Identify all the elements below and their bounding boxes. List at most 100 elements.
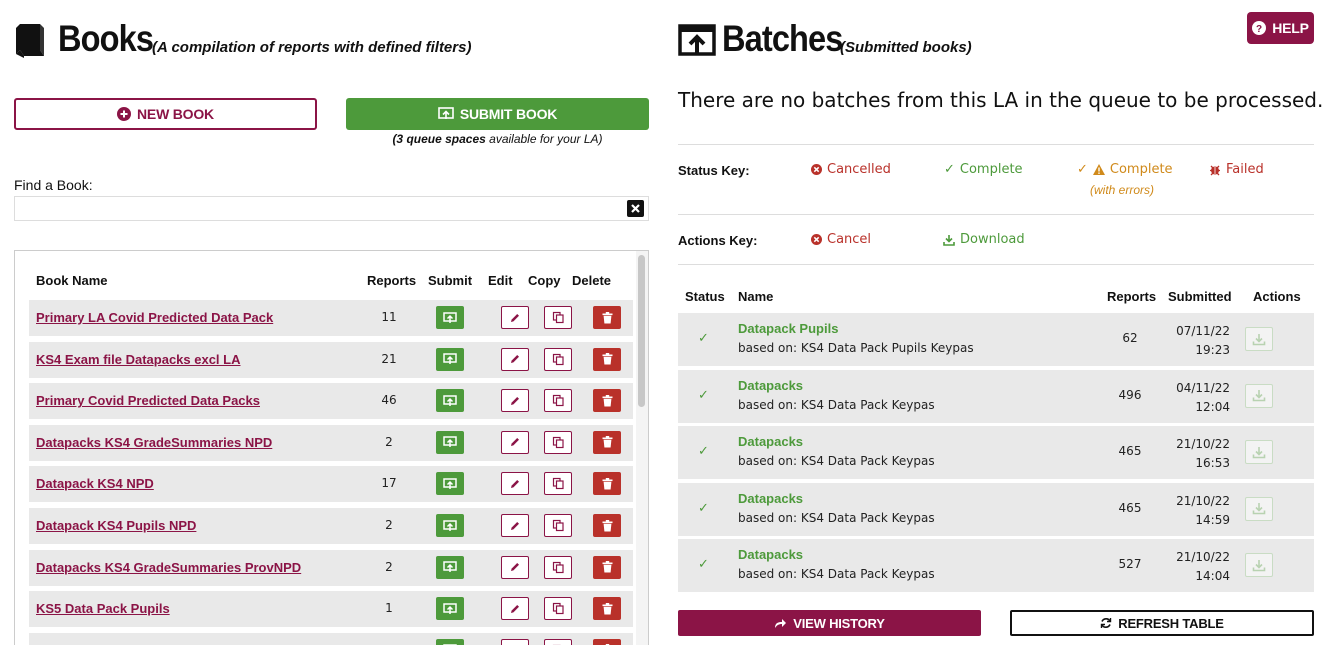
book-name-link[interactable]: KS4 Exam file Datapacks excl LA bbox=[36, 352, 241, 367]
view-history-button[interactable]: VIEW HISTORY bbox=[678, 610, 981, 636]
delete-book-button[interactable] bbox=[593, 555, 621, 579]
key-failed: Failed bbox=[1209, 162, 1264, 177]
trash-icon bbox=[602, 353, 613, 365]
book-name-link[interactable]: Datapack KS4 Pupils NPD bbox=[36, 518, 196, 533]
book-name-link[interactable]: Primary Covid Predicted Data Packs bbox=[36, 393, 260, 408]
find-book-input[interactable] bbox=[14, 196, 649, 221]
queue-note-bold: (3 queue spaces bbox=[392, 132, 486, 146]
delete-book-button[interactable] bbox=[593, 347, 621, 371]
download-batch-button[interactable] bbox=[1245, 553, 1273, 578]
copy-book-button[interactable] bbox=[544, 347, 572, 371]
edit-book-button[interactable] bbox=[501, 472, 529, 496]
pencil-icon bbox=[509, 312, 521, 324]
edit-book-button[interactable] bbox=[501, 555, 529, 579]
submit-book-row-button[interactable] bbox=[436, 638, 464, 645]
copy-book-button[interactable] bbox=[544, 514, 572, 537]
table-row: KS4 Exam file Datapacks excl LA 21 bbox=[29, 341, 633, 378]
submit-book-row-button[interactable] bbox=[436, 472, 464, 496]
status-key-label: Status Key: bbox=[678, 163, 750, 178]
pencil-icon bbox=[509, 436, 521, 448]
submit-book-row-button[interactable] bbox=[436, 597, 464, 621]
delete-book-button[interactable] bbox=[593, 306, 621, 329]
edit-book-button[interactable] bbox=[501, 638, 529, 645]
col-status: Status bbox=[685, 289, 725, 304]
copy-book-button[interactable] bbox=[544, 638, 572, 645]
batch-submitted: 21/10/22 16:53 bbox=[1158, 435, 1230, 473]
submit-book-button[interactable]: SUBMIT BOOK bbox=[346, 98, 649, 130]
batch-reports: 62 bbox=[1122, 331, 1138, 345]
copy-book-button[interactable] bbox=[544, 430, 572, 454]
find-book-label: Find a Book: bbox=[14, 177, 93, 193]
trash-icon bbox=[602, 519, 613, 532]
table-row: Datapacks KS4 GradeSummaries ProvNPD 2 bbox=[29, 549, 633, 586]
batch-date: 21/10/22 bbox=[1176, 437, 1230, 452]
refresh-table-button[interactable]: REFRESH TABLE bbox=[1010, 610, 1314, 636]
submit-book-row-button[interactable] bbox=[436, 389, 464, 413]
books-icon bbox=[16, 22, 46, 60]
book-name-link[interactable]: Datapacks KS4 GradeSummaries ProvNPD bbox=[36, 560, 301, 575]
book-name-link[interactable]: KS5 Data Pack Pupils bbox=[36, 601, 170, 616]
download-batch-button[interactable] bbox=[1245, 496, 1273, 521]
warning-icon bbox=[1092, 164, 1105, 175]
copy-icon bbox=[552, 519, 565, 532]
book-name-link[interactable]: Primary LA Covid Predicted Data Pack bbox=[36, 310, 273, 325]
copy-book-button[interactable] bbox=[544, 389, 572, 413]
download-icon bbox=[1252, 502, 1266, 515]
batch-submitted: 07/11/22 19:23 bbox=[1158, 322, 1230, 360]
copy-book-button[interactable] bbox=[544, 472, 572, 496]
delete-book-button[interactable] bbox=[593, 389, 621, 413]
edit-book-button[interactable] bbox=[501, 347, 529, 371]
copy-book-button[interactable] bbox=[544, 306, 572, 329]
delete-book-button[interactable] bbox=[593, 597, 621, 621]
submit-book-row-button[interactable] bbox=[436, 347, 464, 371]
delete-book-button[interactable] bbox=[593, 514, 621, 537]
download-batch-button[interactable] bbox=[1245, 327, 1273, 351]
batch-based-on: based on: KS4 Data Pack Keypas bbox=[738, 510, 935, 525]
submit-book-row-button[interactable] bbox=[436, 430, 464, 454]
pencil-icon bbox=[509, 603, 521, 615]
col-actions: Actions bbox=[1253, 289, 1301, 304]
book-name-link[interactable]: Datapack KS4 NPD bbox=[36, 476, 154, 491]
table-row: Datapack KS4 Pupils NPD 2 bbox=[29, 508, 633, 544]
upload-icon bbox=[443, 353, 457, 365]
delete-book-button[interactable] bbox=[593, 472, 621, 496]
key-complete-errors-note: (with errors) bbox=[1090, 183, 1155, 197]
table-row: KS5 Data Pack Pupils 1 bbox=[29, 591, 633, 628]
book-name-link[interactable]: Datapacks KS4 GradeSummaries NPD bbox=[36, 435, 272, 450]
col-edit: Edit bbox=[488, 273, 513, 288]
col-batch-reports: Reports bbox=[1107, 289, 1157, 304]
submit-book-label: SUBMIT BOOK bbox=[459, 106, 558, 122]
edit-book-button[interactable] bbox=[501, 389, 529, 413]
download-batch-button[interactable] bbox=[1245, 383, 1273, 408]
submit-book-row-button[interactable] bbox=[436, 514, 464, 537]
edit-book-button[interactable] bbox=[501, 597, 529, 621]
batch-time: 16:53 bbox=[1195, 456, 1230, 471]
books-scrollbar-thumb[interactable] bbox=[638, 255, 645, 407]
edit-book-button[interactable] bbox=[501, 306, 529, 329]
submit-book-row-button[interactable] bbox=[436, 306, 464, 329]
books-scrollbar[interactable] bbox=[636, 251, 648, 645]
upload-icon bbox=[443, 436, 457, 448]
copy-book-button[interactable] bbox=[544, 555, 572, 579]
batch-date: 04/11/22 bbox=[1176, 380, 1230, 395]
batch-based-on: based on: KS4 Data Pack Pupils Keypas bbox=[738, 341, 974, 355]
submit-book-row-button[interactable] bbox=[436, 555, 464, 579]
download-batch-button[interactable] bbox=[1245, 440, 1273, 465]
new-book-label: NEW BOOK bbox=[137, 106, 214, 122]
actions-key-label: Actions Key: bbox=[678, 233, 758, 248]
pencil-icon bbox=[509, 478, 521, 490]
copy-book-button[interactable] bbox=[544, 597, 572, 621]
refresh-icon bbox=[1101, 618, 1112, 628]
edit-book-button[interactable] bbox=[501, 514, 529, 537]
plus-circle-icon bbox=[117, 107, 132, 121]
delete-book-button[interactable] bbox=[593, 638, 621, 645]
pencil-icon bbox=[509, 561, 521, 573]
table-row: Primary LA Covid Predicted Data Pack 11 bbox=[29, 300, 633, 336]
new-book-button[interactable]: NEW BOOK bbox=[14, 98, 317, 130]
clear-search-icon[interactable] bbox=[627, 200, 644, 217]
help-button[interactable]: ? HELP bbox=[1247, 12, 1314, 44]
table-row: Datapacks KS4 GradeSummaries NPD 2 bbox=[29, 424, 633, 461]
delete-book-button[interactable] bbox=[593, 430, 621, 454]
edit-book-button[interactable] bbox=[501, 430, 529, 454]
key-complete-errors: ✓ Complete bbox=[1077, 162, 1173, 177]
